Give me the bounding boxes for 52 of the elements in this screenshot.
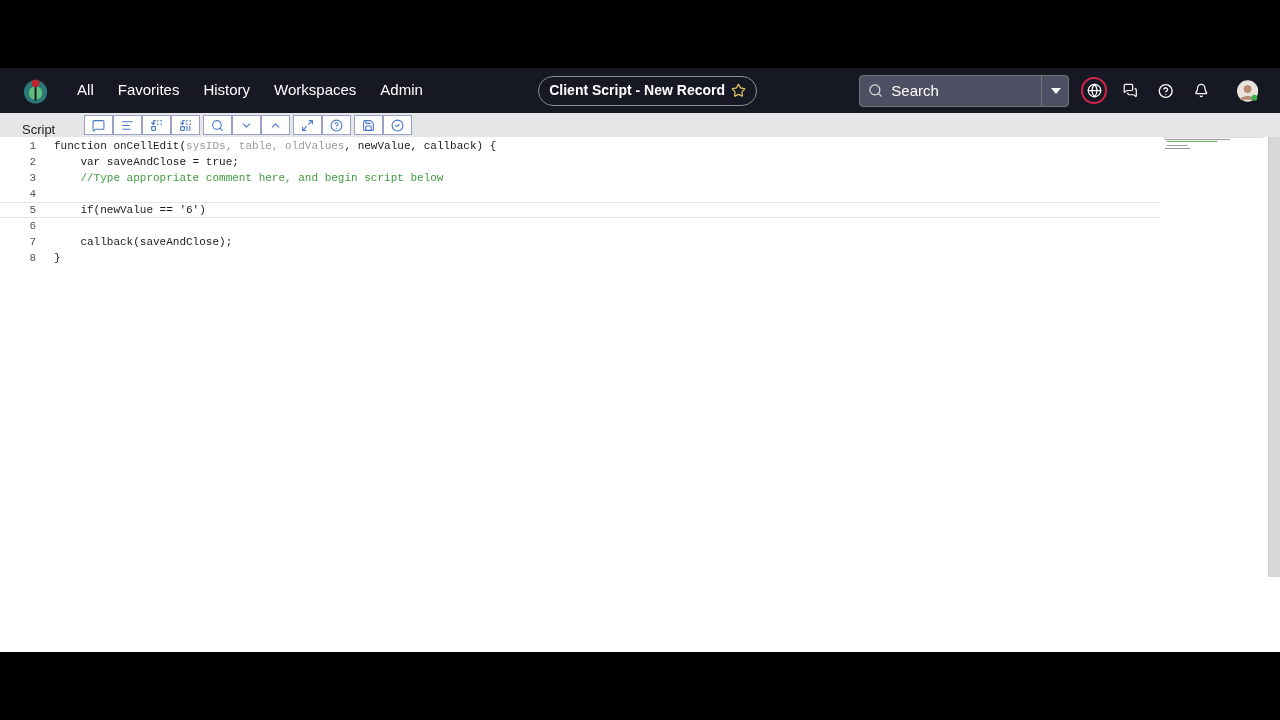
toolbar-button[interactable] bbox=[171, 115, 201, 135]
nav-item[interactable]: Favorites bbox=[117, 79, 180, 102]
toolbar-button[interactable] bbox=[354, 115, 384, 135]
globe-icon bbox=[1086, 83, 1102, 98]
nav-item[interactable]: History bbox=[203, 79, 251, 102]
globe-button[interactable] bbox=[1081, 77, 1108, 104]
logo-icon[interactable] bbox=[22, 76, 50, 105]
code-line: if(newValue == '6') bbox=[79, 202, 206, 218]
nav-item[interactable]: Admin bbox=[380, 79, 423, 102]
nav-item[interactable]: All bbox=[77, 79, 94, 102]
save-icon bbox=[362, 118, 376, 132]
avatar-icon[interactable] bbox=[1236, 79, 1259, 102]
line-number: 6 bbox=[28, 218, 36, 234]
line-number: 1 bbox=[28, 138, 36, 154]
notification-icon[interactable] bbox=[1194, 83, 1209, 98]
code-line: } bbox=[54, 250, 61, 266]
help-icon[interactable] bbox=[1157, 82, 1174, 99]
code-line: var saveAndClose = true; bbox=[79, 154, 239, 170]
code-line: function onCellEdit(sysIDs, table, oldValues, newValue, callback) { bbox=[54, 138, 497, 154]
line-number: 2 bbox=[28, 154, 36, 170]
toolbar-button[interactable] bbox=[84, 115, 114, 135]
search-field[interactable]: Search bbox=[859, 74, 1070, 107]
chat-icon[interactable] bbox=[1123, 83, 1138, 98]
line-number: 8 bbox=[28, 250, 36, 266]
scrollbar[interactable] bbox=[1268, 137, 1280, 577]
search-icon bbox=[868, 82, 884, 98]
toolbar-button[interactable] bbox=[322, 115, 352, 135]
expand-icon bbox=[301, 118, 315, 132]
toolbar-button[interactable] bbox=[113, 115, 143, 135]
check-icon bbox=[391, 118, 405, 132]
format-icon bbox=[121, 118, 135, 132]
code-line: //Type appropriate comment here, and begin script below bbox=[79, 170, 444, 186]
code-line: callback(saveAndClose); bbox=[79, 234, 233, 250]
nav-item[interactable]: Workspaces bbox=[274, 79, 357, 102]
favorite-star-icon[interactable] bbox=[731, 83, 746, 98]
line-number: 7 bbox=[28, 234, 36, 250]
toolbar-button[interactable] bbox=[293, 115, 323, 135]
replace-all-icon bbox=[179, 118, 193, 132]
toolbar-button[interactable] bbox=[142, 115, 172, 135]
comment-icon bbox=[92, 118, 106, 132]
line-number: 4 bbox=[28, 186, 36, 202]
line-number: 3 bbox=[28, 170, 36, 186]
toolbar-button[interactable] bbox=[232, 115, 262, 135]
line-number: 5 bbox=[28, 202, 36, 218]
replace-icon bbox=[150, 118, 164, 132]
caret-icon bbox=[1050, 87, 1061, 94]
toolbar-button[interactable] bbox=[203, 115, 233, 135]
toolbar-button[interactable] bbox=[261, 115, 291, 135]
help-icon bbox=[330, 118, 344, 132]
search-icon bbox=[211, 118, 225, 132]
toolbar-button[interactable] bbox=[383, 115, 413, 135]
script-label: Script bbox=[22, 123, 56, 136]
